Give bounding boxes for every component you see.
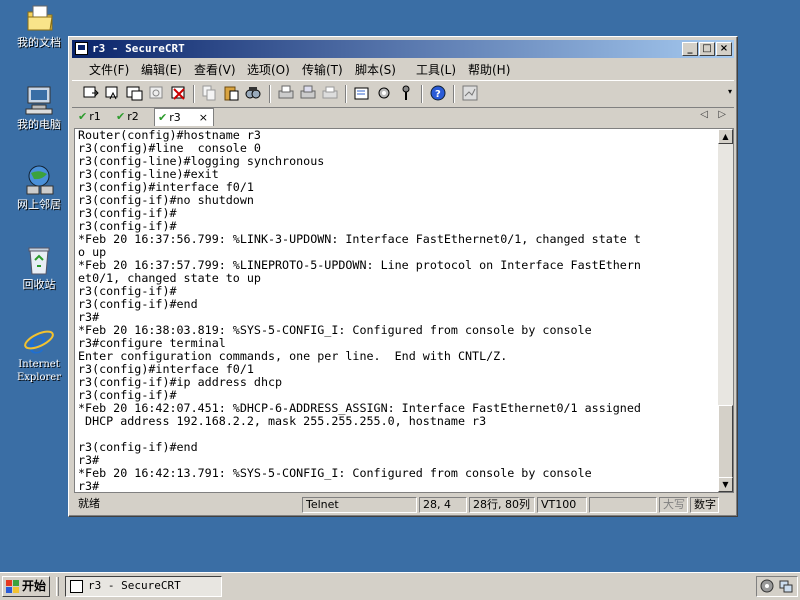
maximize-button[interactable]: □ [699, 42, 715, 56]
desktop-icon-label: 回收站 [22, 278, 56, 291]
screen-map-icon[interactable] [461, 84, 479, 102]
printer-icon[interactable] [321, 84, 339, 102]
tab-scroll-right-icon[interactable]: ▷ [718, 109, 726, 120]
connected-check-icon: ✔ [116, 110, 126, 123]
help-icon[interactable]: ? [429, 84, 447, 102]
menu-options[interactable]: 选项(O) [247, 61, 290, 78]
paste-icon[interactable] [222, 84, 240, 102]
title-bar[interactable]: r3 - SecureCRT _ □ × [72, 40, 734, 58]
toolbar-separator [193, 85, 195, 103]
print-selection-icon[interactable] [299, 84, 317, 102]
toolbar-separator [421, 85, 423, 103]
menu-file[interactable]: 文件(F) [89, 61, 129, 78]
start-label: 开始 [22, 579, 47, 593]
toolbar-separator [345, 85, 347, 103]
start-button[interactable]: 开始 [2, 576, 50, 597]
copy-icon[interactable] [200, 84, 218, 102]
minimize-button[interactable]: _ [682, 42, 698, 56]
status-bar: 就绪 Telnet 28, 4 28行, 80列 VT100 大写 数字 [72, 496, 734, 514]
status-protocol: Telnet [302, 497, 417, 513]
recycle-bin-icon [22, 244, 56, 276]
taskbar-button-label: r3 - SecureCRT [88, 579, 181, 592]
connected-check-icon: ✔ [78, 110, 88, 123]
print-icon[interactable] [277, 84, 295, 102]
desktop-icon-label: Internet Explorer [16, 359, 62, 383]
my-documents-icon [22, 2, 56, 34]
session-tabs: ✔ r1 ✔ r2 ✔ r3 × ◁ ▷ [72, 107, 734, 127]
toolbar: ? ▾ [72, 80, 734, 108]
connect-icon[interactable] [82, 84, 100, 102]
menu-transfer[interactable]: 传输(T) [302, 61, 343, 78]
terminal-text: Router(config)#hostname r3 r3(config)#li… [78, 128, 641, 493]
desktop-icon-label: 网上邻居 [17, 198, 61, 211]
terminal-output[interactable]: Router(config)#hostname r3 r3(config)#li… [74, 128, 718, 493]
toolbar-separator [269, 85, 271, 103]
toolbar-separator [453, 85, 455, 103]
network-places-icon [22, 164, 56, 196]
desktop-icon-my-computer[interactable]: 我的电脑 [6, 84, 72, 131]
window-title: r3 - SecureCRT [92, 42, 185, 55]
desktop-icon-internet-explorer[interactable]: e Internet Explorer [6, 323, 72, 384]
menu-bar: 文件(F) 编辑(E) 查看(V) 选项(O) 传输(T) 脚本(S) 工具(L… [72, 59, 734, 78]
session-options-icon[interactable] [353, 84, 371, 102]
menu-view[interactable]: 查看(V) [194, 61, 236, 78]
system-tray [756, 576, 798, 597]
scroll-up-icon[interactable]: ▲ [718, 129, 733, 144]
menu-help[interactable]: 帮助(H) [468, 61, 510, 78]
svg-text:?: ? [435, 89, 441, 100]
svg-text:e: e [28, 324, 47, 356]
scroll-thumb[interactable] [718, 405, 733, 478]
menu-tools[interactable]: 工具(L) [416, 61, 456, 78]
desktop-icon-recycle-bin[interactable]: 回收站 [6, 244, 72, 291]
find-icon[interactable] [244, 84, 262, 102]
tray-connection-icon[interactable] [779, 579, 793, 597]
keymap-icon[interactable] [397, 84, 415, 102]
status-cursor: 28, 4 [419, 497, 467, 513]
connected-check-icon: ✔ [158, 111, 168, 124]
desktop-icon-label: 我的电脑 [17, 118, 61, 131]
status-caps: 大写 [659, 497, 688, 513]
taskbar-grip[interactable] [56, 577, 59, 596]
status-num: 数字 [690, 497, 719, 513]
reconnect-icon[interactable] [148, 84, 166, 102]
vertical-scrollbar[interactable]: ▲ ▼ [718, 128, 734, 493]
tray-network-icon[interactable] [760, 579, 774, 597]
securecrt-window: r3 - SecureCRT _ □ × 文件(F) 编辑(E) 查看(V) 选… [68, 36, 738, 517]
toolbar-overflow-icon[interactable]: ▾ [728, 87, 732, 96]
tab-close-icon[interactable]: × [199, 109, 208, 127]
taskbar-button-securecrt[interactable]: r3 - SecureCRT [65, 576, 222, 597]
scroll-down-icon[interactable]: ▼ [718, 477, 733, 492]
tab-r1[interactable]: ✔ r1 [78, 108, 114, 126]
desktop-icon-label: 我的文档 [17, 36, 61, 49]
status-ready: 就绪 [78, 497, 100, 510]
tab-label: r1 [89, 110, 101, 123]
tab-r3[interactable]: ✔ r3 × [154, 108, 214, 126]
close-button[interactable]: × [716, 42, 732, 56]
quick-connect-icon[interactable] [104, 84, 122, 102]
desktop-icon-network[interactable]: 网上邻居 [6, 164, 72, 211]
taskbar: 开始 r3 - SecureCRT [0, 572, 800, 600]
connect-tab-icon[interactable] [126, 84, 144, 102]
tab-scroll-left-icon[interactable]: ◁ [700, 109, 708, 120]
tab-label: r2 [127, 110, 139, 123]
my-computer-icon [22, 84, 56, 116]
status-blank [589, 497, 657, 513]
securecrt-app-icon[interactable] [75, 42, 88, 55]
global-options-icon[interactable] [375, 84, 393, 102]
menu-script[interactable]: 脚本(S) [355, 61, 396, 78]
status-size: 28行, 80列 [469, 497, 535, 513]
menu-edit[interactable]: 编辑(E) [141, 61, 182, 78]
tab-label: r3 [169, 111, 181, 124]
status-emulation: VT100 [537, 497, 587, 513]
tab-r2[interactable]: ✔ r2 [116, 108, 152, 126]
desktop-icon-my-documents[interactable]: 我的文档 [6, 2, 72, 49]
windows-flag-icon [6, 580, 19, 593]
internet-explorer-icon: e [22, 323, 56, 361]
disconnect-icon[interactable] [170, 84, 188, 102]
securecrt-app-icon [70, 580, 83, 593]
